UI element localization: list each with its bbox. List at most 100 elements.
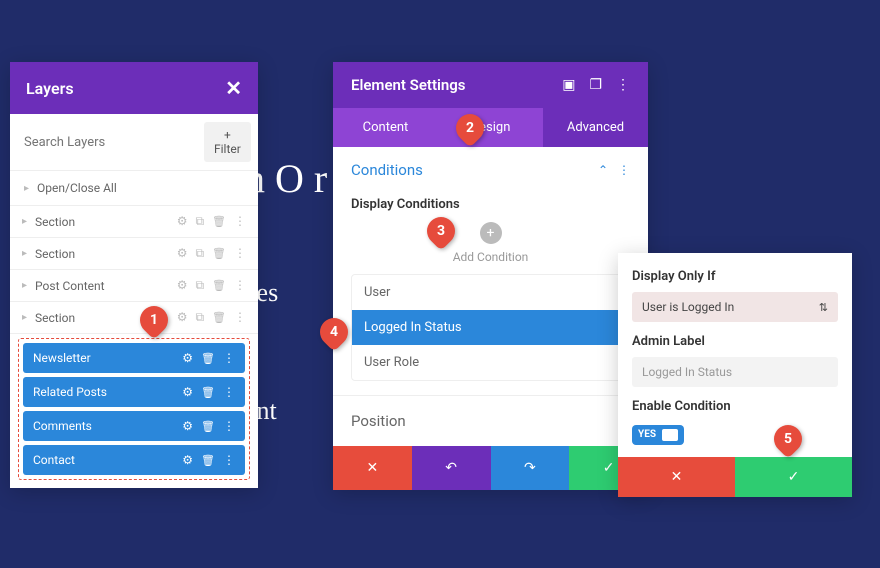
layer-row-selected[interactable]: Comments: [23, 411, 245, 441]
settings-footer: [333, 446, 648, 490]
trash-icon[interactable]: [212, 278, 226, 293]
chevron-up-icon[interactable]: [598, 163, 608, 177]
trash-icon[interactable]: [212, 246, 226, 261]
conditions-title: Conditions: [351, 161, 598, 179]
layer-label: Contact: [33, 453, 182, 467]
conditions-section-header[interactable]: Conditions: [333, 147, 648, 193]
condition-item-user[interactable]: User: [352, 275, 629, 310]
condition-item-logged-in-status[interactable]: Logged In Status: [352, 310, 629, 345]
redo-button[interactable]: [491, 446, 570, 490]
select-arrows-icon: [819, 300, 828, 314]
dots-icon[interactable]: [234, 278, 246, 293]
position-section-header[interactable]: Position: [333, 395, 648, 446]
condition-item-user-role[interactable]: User Role: [352, 345, 629, 380]
chevron-right-icon: ▸: [22, 280, 27, 291]
trash-icon[interactable]: [201, 385, 215, 399]
chevron-right-icon: ▸: [22, 216, 27, 227]
layer-row-selected[interactable]: Contact: [23, 445, 245, 475]
layer-row[interactable]: ▸ Section: [10, 238, 258, 270]
gear-icon[interactable]: [182, 351, 193, 365]
dots-icon[interactable]: [234, 246, 246, 261]
add-condition-area: + Add Condition: [351, 222, 630, 264]
display-only-if-label: Display Only If: [632, 269, 838, 284]
chevron-right-icon: ▸: [22, 312, 27, 323]
layers-header[interactable]: Layers: [10, 62, 258, 114]
condition-cancel-button[interactable]: [618, 457, 735, 497]
dots-icon[interactable]: [618, 163, 630, 177]
element-settings-panel: Element Settings Content Design Advanced…: [333, 62, 648, 490]
gear-icon[interactable]: [182, 385, 193, 399]
admin-label-input[interactable]: Logged In Status: [632, 357, 838, 387]
settings-tabs: Content Design Advanced: [333, 108, 648, 147]
dots-icon[interactable]: [234, 214, 246, 229]
settings-title: Element Settings: [351, 76, 562, 94]
chevron-right-icon: ▸: [22, 248, 27, 259]
duplicate-icon[interactable]: [195, 310, 204, 325]
enable-condition-label: Enable Condition: [632, 399, 838, 414]
display-conditions-label: Display Conditions: [351, 197, 630, 212]
duplicate-icon[interactable]: [195, 214, 204, 229]
layer-row[interactable]: ▸ Post Content: [10, 270, 258, 302]
layers-panel: Layers + Filter ▸ Open/Close All ▸ Secti…: [10, 62, 258, 488]
gear-icon[interactable]: [177, 278, 188, 293]
layer-label: Comments: [33, 419, 182, 433]
cancel-button[interactable]: [333, 446, 412, 490]
admin-label-label: Admin Label: [632, 334, 838, 349]
tab-design[interactable]: Design: [438, 108, 543, 147]
layer-label: Section: [35, 247, 177, 261]
gear-icon[interactable]: [182, 453, 193, 467]
undo-button[interactable]: [412, 446, 491, 490]
gear-icon[interactable]: [182, 419, 193, 433]
duplicate-icon[interactable]: [195, 246, 204, 261]
dots-icon[interactable]: [223, 419, 235, 433]
layer-label: Section: [35, 215, 177, 229]
dots-icon[interactable]: [223, 385, 235, 399]
close-icon[interactable]: [225, 76, 242, 100]
layer-row-selected[interactable]: Related Posts: [23, 377, 245, 407]
add-condition-label: Add Condition: [351, 250, 630, 264]
trash-icon[interactable]: [201, 351, 215, 365]
open-close-all[interactable]: ▸ Open/Close All: [10, 171, 258, 206]
duplicate-icon[interactable]: [195, 278, 204, 293]
gear-icon[interactable]: [177, 246, 188, 261]
chevron-right-icon: ▸: [24, 183, 29, 194]
dots-icon[interactable]: [223, 351, 235, 365]
search-input[interactable]: [18, 129, 196, 156]
open-close-label: Open/Close All: [37, 181, 117, 195]
select-value: User is Logged In: [642, 300, 734, 314]
gear-icon[interactable]: [177, 214, 188, 229]
tab-advanced[interactable]: Advanced: [543, 108, 648, 147]
viewport-icon[interactable]: [562, 77, 575, 93]
layer-row[interactable]: ▸ Section: [10, 302, 258, 334]
add-condition-button[interactable]: +: [480, 222, 502, 244]
layers-title: Layers: [26, 79, 74, 98]
layer-row-selected[interactable]: Newsletter: [23, 343, 245, 373]
toggle-knob: [662, 429, 678, 441]
position-title: Position: [351, 412, 620, 430]
condition-confirm-button[interactable]: [735, 457, 852, 497]
condition-panel-footer: [618, 457, 852, 497]
toggle-value: YES: [638, 429, 656, 440]
layer-label: Newsletter: [33, 351, 182, 365]
trash-icon[interactable]: [201, 419, 215, 433]
tab-content[interactable]: Content: [333, 108, 438, 147]
conditions-body: Display Conditions + Add Condition User …: [333, 197, 648, 395]
condition-detail-panel: Display Only If User is Logged In Admin …: [618, 253, 852, 497]
layer-label: Post Content: [35, 279, 177, 293]
enable-condition-toggle[interactable]: YES: [632, 425, 684, 445]
settings-header[interactable]: Element Settings: [333, 62, 648, 108]
layers-search-row: + Filter: [10, 114, 258, 171]
condition-type-list: User Logged In Status User Role: [351, 274, 630, 381]
trash-icon[interactable]: [201, 453, 215, 467]
layer-label: Related Posts: [33, 385, 182, 399]
trash-icon[interactable]: [212, 310, 226, 325]
dots-icon[interactable]: [616, 77, 630, 93]
filter-button[interactable]: + Filter: [204, 122, 251, 162]
device-icon[interactable]: [589, 77, 602, 93]
dots-icon[interactable]: [234, 310, 246, 325]
trash-icon[interactable]: [212, 214, 226, 229]
display-only-if-select[interactable]: User is Logged In: [632, 292, 838, 322]
gear-icon[interactable]: [177, 310, 188, 325]
layer-row[interactable]: ▸ Section: [10, 206, 258, 238]
dots-icon[interactable]: [223, 453, 235, 467]
